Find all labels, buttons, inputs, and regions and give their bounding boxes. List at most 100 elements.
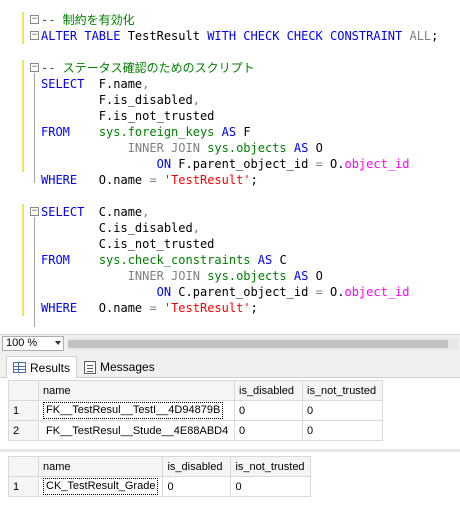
column-header[interactable]: name xyxy=(38,380,235,401)
table-cell[interactable]: 0 xyxy=(162,476,232,497)
zoom-select[interactable]: 100 % xyxy=(2,336,64,351)
code-token: AS xyxy=(250,253,280,267)
fold-toggle[interactable]: − xyxy=(30,15,39,24)
code-line[interactable]: F.is_not_trusted xyxy=(41,108,438,124)
result-grid-foreign-keys: name is_disabled is_not_trusted 1 FK__Te… xyxy=(8,380,383,441)
code-line[interactable]: WHERE O.name = 'TestResult'; xyxy=(41,172,438,188)
table-cell[interactable]: FK__TestResul__TestI__4D94879B xyxy=(38,400,235,421)
code-token: ; xyxy=(250,173,258,187)
column-header[interactable]: is_not_trusted xyxy=(230,456,312,477)
editor-gutter xyxy=(0,0,26,334)
table-cell[interactable]: CK_TestResult_Grade xyxy=(37,476,164,497)
table-cell[interactable]: 0 xyxy=(234,420,303,441)
row-number[interactable]: 1 xyxy=(8,476,39,497)
tab-messages[interactable]: Messages xyxy=(78,356,161,378)
code-token: sys.check_constraints xyxy=(98,253,251,267)
zoom-value: 100 % xyxy=(6,337,38,349)
result-grid-check-constraints: name is_disabled is_not_trusted 1 CK_Tes… xyxy=(8,456,312,497)
code-line[interactable]: INNER JOIN sys.objects AS O xyxy=(41,268,438,284)
table-row[interactable]: 1 CK_TestResult_Grade 0 0 xyxy=(8,476,312,497)
tab-results-label: Results xyxy=(30,360,71,375)
code-line[interactable]: F.is_disabled, xyxy=(41,92,438,108)
result-tabs: Results Messages xyxy=(0,352,460,378)
code-line[interactable]: -- 制約を有効化 xyxy=(41,12,438,28)
row-number[interactable]: 2 xyxy=(8,420,39,441)
query-editor[interactable]: − − − − -- 制約を有効化 ALTER TABLE TestResult … xyxy=(0,0,460,334)
code-token: object_id xyxy=(344,157,410,171)
code-line[interactable]: WHERE O.name = 'TestResult'; xyxy=(41,300,438,316)
code-line[interactable]: C.is_not_trusted xyxy=(41,236,438,252)
code-line[interactable] xyxy=(41,44,438,60)
code-line[interactable]: ON C.parent_object_id = O.object_id xyxy=(41,284,438,300)
code-line[interactable]: FROM sys.foreign_keys AS F xyxy=(41,124,438,140)
code-line[interactable]: -- ステータス確認のためのスクリプト xyxy=(41,60,438,76)
code-token: O.name xyxy=(77,301,150,315)
table-cell[interactable]: 0 xyxy=(302,400,383,421)
grid-splitter[interactable] xyxy=(0,449,460,452)
column-header[interactable]: is_disabled xyxy=(234,380,303,401)
grid-corner[interactable] xyxy=(8,456,39,477)
code-token: = xyxy=(149,173,157,187)
code-line[interactable]: ON F.parent_object_id = O.object_id xyxy=(41,156,438,172)
code-line[interactable]: FROM sys.check_constraints AS C xyxy=(41,252,438,268)
code-token: object_id xyxy=(344,285,410,299)
code-token: sys.foreign_keys xyxy=(98,125,215,139)
code-line[interactable]: C.is_disabled, xyxy=(41,220,438,236)
code-token: F.is_disabled xyxy=(41,93,193,107)
table-cell[interactable]: 0 xyxy=(234,400,303,421)
code-token: = xyxy=(315,157,323,171)
code-token: sys.objects xyxy=(207,269,287,283)
code-token: , xyxy=(142,205,150,219)
code-token: , xyxy=(192,221,200,235)
code-token: C.name xyxy=(84,205,143,219)
chevron-down-icon xyxy=(55,341,61,345)
code-token: C.is_not_trusted xyxy=(41,237,215,251)
code-token: O xyxy=(315,269,323,283)
code-token: -- ステータス確認のためのスクリプト xyxy=(41,61,255,75)
code-line[interactable]: ALTER TABLE TestResult WITH CHECK CHECK … xyxy=(41,28,438,44)
fold-toggle[interactable]: − xyxy=(30,31,39,40)
column-header[interactable]: name xyxy=(37,456,164,477)
code-token: , xyxy=(142,77,150,91)
code-token: AS xyxy=(286,141,316,155)
table-row[interactable]: 2 FK__TestResul__Stude__4E88ABD4 0 0 xyxy=(8,420,383,441)
scrollbar-thumb[interactable] xyxy=(68,340,448,348)
row-number[interactable]: 1 xyxy=(8,400,39,421)
code-token: O. xyxy=(322,285,345,299)
change-marker xyxy=(22,12,24,44)
code-token: WHERE xyxy=(41,301,78,315)
fold-line xyxy=(34,217,35,327)
code-token: WHERE xyxy=(41,173,78,187)
code-token: F.is_not_trusted xyxy=(41,109,215,123)
code-token: O. xyxy=(322,157,345,171)
results-pane: name is_disabled is_not_trusted 1 FK__Te… xyxy=(0,378,460,510)
code-line[interactable]: SELECT F.name, xyxy=(41,76,438,92)
sql-code[interactable]: -- 制約を有効化 ALTER TABLE TestResult WITH CHE… xyxy=(41,12,438,316)
table-cell[interactable]: 0 xyxy=(230,476,312,497)
horizontal-scrollbar[interactable] xyxy=(68,338,458,350)
column-header[interactable]: is_disabled xyxy=(162,456,232,477)
table-row[interactable]: 1 FK__TestResul__TestI__4D94879B 0 0 xyxy=(8,400,383,421)
code-token: -- 制約を有効化 xyxy=(41,13,135,27)
tab-results[interactable]: Results xyxy=(6,356,78,378)
code-line[interactable] xyxy=(41,188,438,204)
code-token: ; xyxy=(250,301,258,315)
code-line[interactable]: SELECT C.name, xyxy=(41,204,438,220)
fold-toggle[interactable]: − xyxy=(30,63,39,72)
column-header[interactable]: is_not_trusted xyxy=(302,380,383,401)
code-token: SELECT xyxy=(41,77,85,91)
code-token: FROM xyxy=(41,125,70,139)
grid-corner[interactable] xyxy=(8,380,39,401)
table-cell[interactable]: 0 xyxy=(302,420,383,441)
fold-toggle[interactable]: − xyxy=(30,207,39,216)
code-token: sys.objects xyxy=(207,141,287,155)
table-cell[interactable]: FK__TestResul__Stude__4E88ABD4 xyxy=(38,420,235,441)
code-token: 'TestResult' xyxy=(163,301,251,315)
code-token: INNER JOIN xyxy=(127,141,200,155)
code-line[interactable]: INNER JOIN sys.objects AS O xyxy=(41,140,438,156)
